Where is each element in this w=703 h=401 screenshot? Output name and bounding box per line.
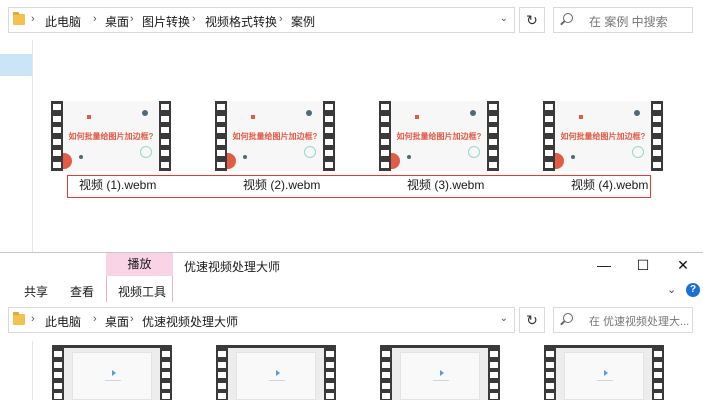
top-address-bar[interactable]: › 此电脑 › 桌面 › 图片转换 › 视频格式转换 › 案例 ⌄ <box>8 7 515 33</box>
maximize-button[interactable]: ☐ <box>628 256 658 274</box>
top-search-box[interactable]: 在 案例 中搜索 <box>553 7 693 33</box>
thumbnail-headline: 如何批量给图片加边框? <box>560 132 646 141</box>
help-icon[interactable]: ? <box>686 283 700 297</box>
breadcrumb-item-this-pc[interactable]: 此电脑 <box>45 13 81 30</box>
refresh-icon: ↻ <box>526 12 538 28</box>
maximize-icon: ☐ <box>636 257 650 273</box>
breadcrumb-chevron-icon[interactable]: › <box>192 13 196 25</box>
top-navigation-pane[interactable] <box>0 40 33 252</box>
breadcrumb-item-desktop[interactable]: 桌面 <box>105 313 129 330</box>
folder-icon <box>13 12 25 25</box>
breadcrumb-chevron-icon[interactable]: › <box>279 13 283 25</box>
refresh-button[interactable]: ↻ <box>519 7 545 33</box>
highlight-box <box>67 175 651 198</box>
breadcrumb-item-video-format-convert[interactable]: 视频格式转换 <box>205 13 277 30</box>
close-button[interactable]: ✕ <box>668 256 698 274</box>
thumbnail-headline: 如何批量给图片加边框? <box>68 132 154 141</box>
thumbnail-headline: 如何批量给图片加边框? <box>396 132 482 141</box>
breadcrumb-item-app-folder[interactable]: 优速视频处理大师 <box>142 313 238 330</box>
app-thumbnail-4[interactable] <box>544 345 664 400</box>
video-thumbnail-3[interactable]: 如何批量给图片加边框? <box>379 101 499 171</box>
context-tab-play[interactable]: 播放 <box>106 253 173 276</box>
minimize-icon: — <box>597 257 611 273</box>
breadcrumb-chevron-icon[interactable]: › <box>93 13 97 25</box>
app-thumbnail-3[interactable] <box>380 345 500 400</box>
close-icon: ✕ <box>677 257 689 273</box>
breadcrumb-chevron-icon[interactable]: › <box>130 313 134 325</box>
bottom-address-row: › 此电脑 › 桌面 › 优速视频处理大师 ⌄ ↻ 在 优速视频处理大... <box>0 302 703 338</box>
folder-icon <box>13 312 25 325</box>
breadcrumb-item-desktop[interactable]: 桌面 <box>105 13 129 30</box>
search-input[interactable]: 在 案例 中搜索 <box>589 13 668 30</box>
bottom-search-box[interactable]: 在 优速视频处理大... <box>553 307 693 333</box>
bottom-navigation-pane[interactable] <box>0 341 33 400</box>
breadcrumb-chevron-icon[interactable]: › <box>31 313 35 325</box>
search-icon <box>563 13 573 23</box>
ribbon-tab-share[interactable]: 共享 <box>24 283 48 300</box>
breadcrumb-chevron-icon[interactable]: › <box>130 13 134 25</box>
top-address-row: › 此电脑 › 桌面 › 图片转换 › 视频格式转换 › 案例 ⌄ ↻ 在 案例… <box>0 2 703 38</box>
breadcrumb-item-image-convert[interactable]: 图片转换 <box>142 13 190 30</box>
bottom-address-bar[interactable]: › 此电脑 › 桌面 › 优速视频处理大师 ⌄ <box>8 307 515 333</box>
search-icon <box>563 313 573 323</box>
breadcrumb-item-this-pc[interactable]: 此电脑 <box>45 313 81 330</box>
address-history-chevron-down-icon[interactable]: ⌄ <box>500 313 508 324</box>
ribbon-tab-view[interactable]: 查看 <box>70 283 94 300</box>
nav-selected-item[interactable] <box>0 54 32 76</box>
video-thumbnail-2[interactable]: 如何批量给图片加边框? <box>215 101 335 171</box>
breadcrumb-item-cases[interactable]: 案例 <box>291 13 315 30</box>
video-thumbnail-1[interactable]: 如何批量给图片加边框? <box>51 101 171 171</box>
breadcrumb-chevron-icon[interactable]: › <box>93 313 97 325</box>
thumbnail-headline: 如何批量给图片加边框? <box>232 132 318 141</box>
video-thumbnail-4[interactable]: 如何批量给图片加边框? <box>543 101 663 171</box>
address-history-chevron-down-icon[interactable]: ⌄ <box>500 13 508 24</box>
window-title: 优速视频处理大师 <box>184 260 281 274</box>
minimize-button[interactable]: — <box>589 256 619 274</box>
refresh-button[interactable]: ↻ <box>519 307 545 333</box>
app-thumbnail-2[interactable] <box>216 345 336 400</box>
ribbon-tab-video-tools[interactable]: 视频工具 <box>118 283 166 300</box>
refresh-icon: ↻ <box>526 312 538 328</box>
breadcrumb-chevron-icon[interactable]: › <box>31 13 35 25</box>
search-input[interactable]: 在 优速视频处理大... <box>589 313 689 329</box>
app-thumbnail-1[interactable] <box>52 345 172 400</box>
ribbon-expand-chevron-down-icon[interactable]: ⌄ <box>667 283 676 296</box>
